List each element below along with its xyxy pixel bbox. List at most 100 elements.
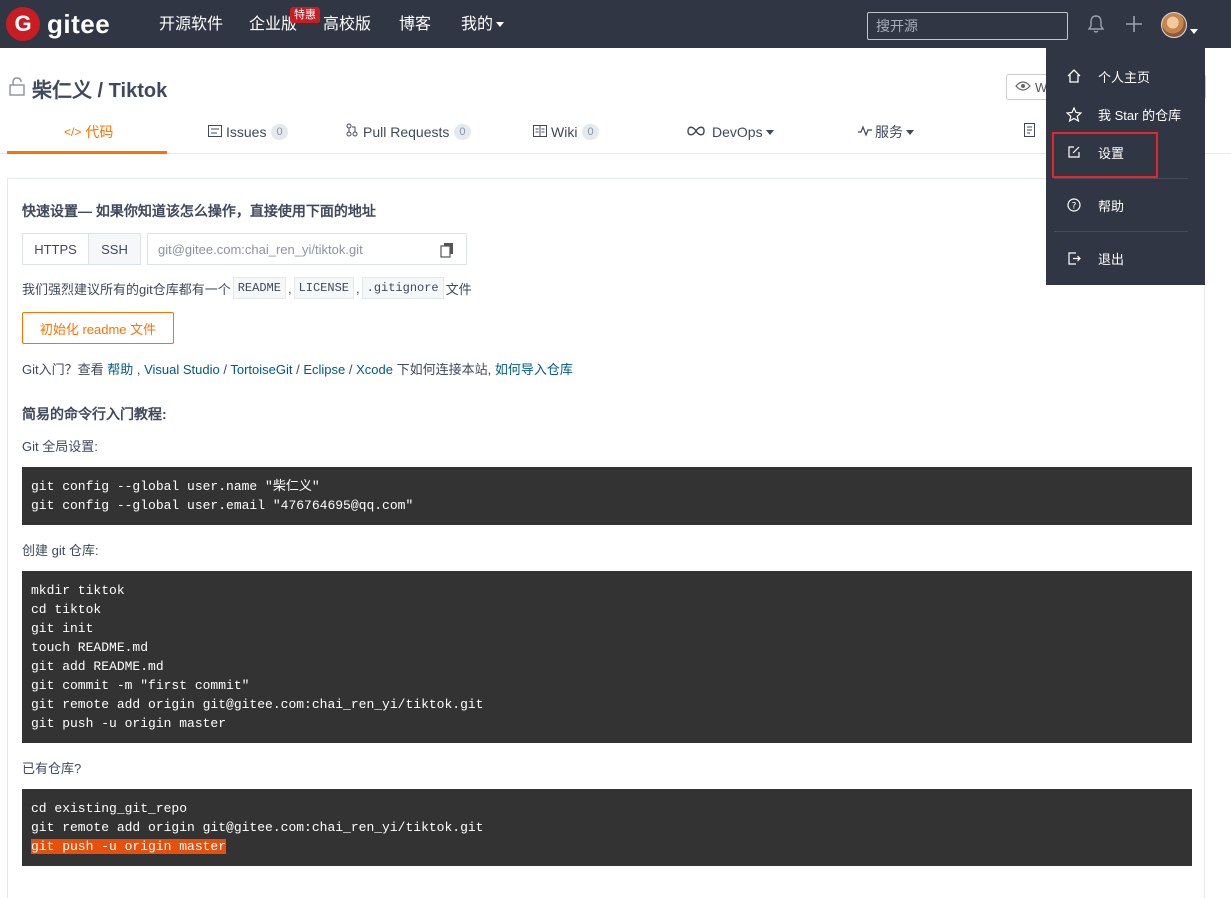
issues-count: 0 [271, 124, 288, 140]
plus-icon[interactable] [1124, 13, 1144, 40]
menu-item-logout[interactable]: 退出 [1046, 243, 1205, 273]
chevron-down-icon [496, 22, 505, 28]
tab-wiki-label: Wiki [551, 124, 578, 140]
separator: / [345, 362, 357, 377]
promo-badge: 特惠 [290, 7, 320, 23]
nav-mine-label: 我的 [461, 16, 494, 33]
tab-wiki[interactable]: Wiki 0 [533, 122, 599, 142]
nav-university[interactable]: 高校版 [323, 15, 371, 35]
readme-tag: README [232, 277, 286, 299]
code-line: git commit -m "first commit" [31, 678, 250, 693]
tab-services-label: 服务 [875, 124, 903, 140]
avatar-chevron-down-icon[interactable] [1190, 23, 1198, 41]
help-link[interactable]: 帮助 [107, 362, 133, 377]
tab-services[interactable]: 服务 [858, 122, 914, 142]
tab-code[interactable]: </> 代码 [64, 122, 113, 142]
code-line: cd tiktok [31, 602, 102, 617]
tutorial-heading: 简易的命令行入门教程: [22, 406, 167, 422]
logout-icon [1046, 251, 1098, 265]
menu-item-profile[interactable]: 个人主页 [1046, 61, 1205, 91]
menu-item-starred[interactable]: 我 Star 的仓库 [1046, 99, 1205, 129]
tab-issues-label: Issues [226, 124, 267, 140]
code-line: cd existing_git_repo [31, 801, 188, 816]
comma: , [287, 280, 292, 296]
document-icon [1024, 122, 1036, 142]
repo-title: 柴仁义 / Tiktok [8, 74, 167, 103]
nav-blog[interactable]: 博客 [399, 15, 431, 35]
create-repo-label: 创建 git 仓库: [22, 543, 99, 558]
tab-manage[interactable] [1024, 122, 1036, 142]
code-line: mkdir tiktok [31, 583, 125, 598]
menu-divider [1054, 231, 1188, 232]
tab-issues[interactable]: Issues 0 [208, 122, 288, 142]
eclipse-link[interactable]: Eclipse [303, 362, 345, 377]
book-icon [533, 122, 547, 142]
tortoisegit-link[interactable]: TortoiseGit [230, 362, 292, 377]
wiki-count: 0 [582, 124, 599, 140]
code-line: git remote add origin git@gitee.com:chai… [31, 820, 484, 835]
tab-pull-requests[interactable]: Pull Requests 0 [346, 122, 471, 142]
code-line: git init [31, 621, 94, 636]
ssh-button[interactable]: SSH [88, 233, 141, 265]
avatar[interactable] [1161, 12, 1187, 38]
pull-request-icon [346, 122, 358, 142]
search-input[interactable] [867, 12, 1068, 40]
nav-mine[interactable]: 我的 [461, 15, 505, 35]
tab-devops[interactable]: DevOps [686, 122, 774, 142]
code-line: git config --global user.email "47676469… [31, 498, 414, 513]
separator: / [219, 362, 231, 377]
existing-repo-label: 已有仓库? [22, 761, 82, 776]
separator: / [292, 362, 304, 377]
issues-icon [208, 122, 222, 142]
repo-name[interactable]: 柴仁义 / Tiktok [32, 74, 167, 103]
license-tag: LICENSE [293, 277, 354, 299]
highlighted-code-line: git push -u origin master [31, 839, 227, 854]
import-repo-link[interactable]: 如何导入仓库 [495, 362, 573, 377]
init-readme-button[interactable]: 初始化 readme 文件 [22, 312, 174, 344]
code-line: git add README.md [31, 659, 164, 674]
xcode-link[interactable]: Xcode [356, 362, 393, 377]
gitee-logo-text: gitee [47, 8, 111, 39]
menu-item-logout-label: 退出 [1098, 251, 1125, 267]
visual-studio-link[interactable]: Visual Studio [144, 362, 220, 377]
code-line: git config --global user.name "柴仁义" [31, 479, 320, 494]
chevron-down-icon [906, 129, 914, 135]
menu-item-profile-label: 个人主页 [1098, 69, 1151, 85]
comma: , [356, 280, 360, 296]
recommend-suffix: 文件 [445, 281, 472, 297]
pulse-icon [858, 122, 872, 142]
svg-text:?: ? [1072, 202, 1077, 212]
menu-divider [1054, 178, 1188, 179]
gitignore-tag: .gitignore [361, 277, 444, 299]
recommend-prefix: 我们强烈建议所有的git仓库都有一个 [22, 281, 231, 297]
gitee-logo-mark: G [6, 7, 40, 41]
copy-icon[interactable] [440, 242, 454, 261]
https-button[interactable]: HTTPS [22, 233, 89, 265]
active-tab-underline [7, 151, 167, 154]
top-navbar: G gitee 开源软件 企业版 特惠 高校版 博客 我的 [0, 0, 1231, 48]
nav-open-source[interactable]: 开源软件 [159, 15, 223, 35]
gitee-logo[interactable]: G gitee [6, 7, 110, 41]
git-help-line: Git入门？查看 帮助 , Visual Studio / TortoiseGi… [22, 359, 573, 378]
quick-setup-heading: 快速设置— 如果你知道该怎么操作，直接使用下面的地址 [22, 203, 376, 219]
chevron-down-icon [765, 129, 774, 135]
existing-repo-code: cd existing_git_repo git remote add orig… [22, 789, 1192, 866]
home-icon [1046, 69, 1098, 83]
menu-item-starred-label: 我 Star 的仓库 [1098, 107, 1182, 123]
tab-pull-requests-label: Pull Requests [363, 124, 450, 140]
clone-url-field[interactable]: git@gitee.com:chai_ren_yi/tiktok.git [147, 233, 467, 265]
clone-url-text: git@gitee.com:chai_ren_yi/tiktok.git [158, 241, 363, 257]
code-line: touch README.md [31, 640, 149, 655]
menu-item-help-label: 帮助 [1098, 198, 1125, 214]
global-settings-code: git config --global user.name "柴仁义" git … [22, 467, 1192, 525]
tab-code-label: 代码 [85, 124, 114, 140]
help-mid: 下如何连接本站, [392, 362, 495, 377]
menu-item-help[interactable]: ? 帮助 [1046, 190, 1205, 220]
code-icon: </> [64, 125, 82, 139]
separator: , [133, 362, 145, 377]
help-prefix: Git入门？查看 [22, 362, 108, 377]
infinity-icon [686, 122, 706, 142]
eye-icon [1015, 80, 1031, 95]
code-line: git push -u origin master [31, 716, 227, 731]
bell-icon[interactable] [1087, 14, 1105, 39]
